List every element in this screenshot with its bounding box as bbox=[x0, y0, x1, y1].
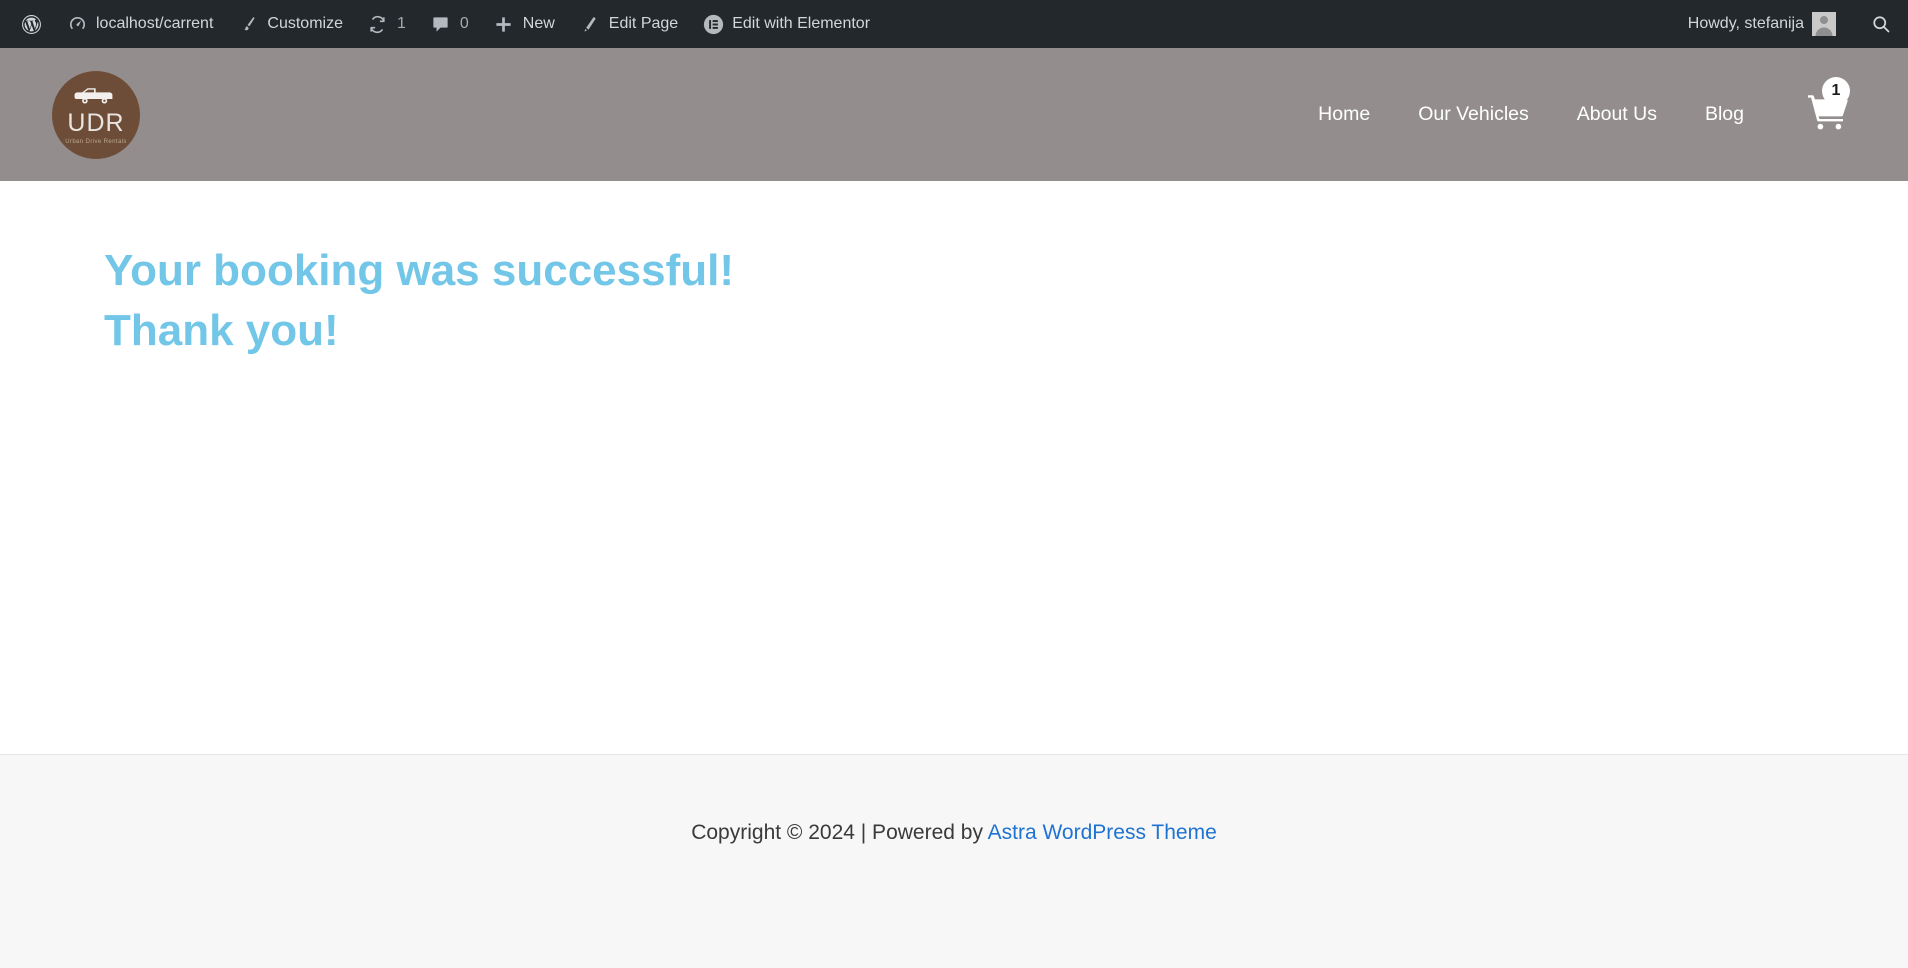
elementor-icon bbox=[702, 13, 724, 35]
page-title: Your booking was successful! Thank you! bbox=[104, 241, 1004, 361]
admin-bar-item-edit-page[interactable]: Edit Page bbox=[567, 0, 690, 48]
site-header: UDR Urban Drive Rentals Home Our Vehicle… bbox=[0, 48, 1908, 181]
user-avatar-icon bbox=[1812, 12, 1836, 36]
admin-bar-item-customize[interactable]: Customize bbox=[225, 0, 355, 48]
primary-navigation: Home Our Vehicles About Us Blog 1 bbox=[1294, 77, 1856, 136]
admin-bar-item-new-content[interactable]: New bbox=[481, 0, 567, 48]
admin-bar-updates-count: 1 bbox=[396, 15, 406, 32]
admin-bar-edit-page-label: Edit Page bbox=[608, 15, 679, 32]
content-container: Your booking was successful! Thank you! bbox=[52, 241, 1856, 361]
wp-admin-bar: localhost/carrent Customize 1 0 New Edit… bbox=[0, 0, 1908, 48]
admin-bar-item-comments[interactable]: 0 bbox=[418, 0, 481, 48]
admin-bar-site-name-label: localhost/carrent bbox=[96, 15, 214, 32]
pencil-icon bbox=[579, 13, 601, 35]
admin-bar-my-account[interactable]: Howdy, stefanija bbox=[1676, 0, 1848, 48]
admin-bar-item-updates[interactable]: 1 bbox=[355, 0, 418, 48]
plus-icon bbox=[493, 13, 515, 35]
page-title-line-2: Thank you! bbox=[104, 305, 339, 355]
admin-bar-greeting-label: Howdy, stefanija bbox=[1687, 15, 1804, 32]
admin-bar-comments-count: 0 bbox=[459, 15, 469, 32]
comment-icon bbox=[430, 13, 452, 35]
site-logo-initials: UDR bbox=[67, 108, 125, 137]
dashboard-icon bbox=[66, 13, 88, 35]
updates-icon bbox=[367, 13, 389, 35]
main-content: Your booking was successful! Thank you! bbox=[0, 181, 1908, 754]
admin-bar-item-site-name[interactable]: localhost/carrent bbox=[54, 0, 225, 48]
site-logo[interactable]: UDR Urban Drive Rentals bbox=[52, 70, 140, 159]
site-footer: Copyright © 2024 | Powered by Astra Word… bbox=[0, 754, 1908, 968]
nav-item-blog[interactable]: Blog bbox=[1681, 104, 1768, 125]
admin-bar-search-icon[interactable] bbox=[1868, 11, 1894, 37]
page-title-line-1: Your booking was successful! bbox=[104, 246, 734, 295]
nav-item-about-us[interactable]: About Us bbox=[1553, 104, 1681, 125]
admin-bar-right-group: Howdy, stefanija bbox=[1676, 0, 1894, 48]
wordpress-logo-icon bbox=[20, 13, 42, 35]
admin-bar-item-edit-with-elementor[interactable]: Edit with Elementor bbox=[690, 0, 882, 48]
wordpress-logo-menu[interactable] bbox=[8, 0, 54, 48]
nav-item-our-vehicles[interactable]: Our Vehicles bbox=[1394, 104, 1553, 125]
paintbrush-icon bbox=[237, 13, 259, 35]
site-logo-tagline: Urban Drive Rentals bbox=[65, 138, 127, 145]
admin-bar-customize-label: Customize bbox=[267, 15, 343, 32]
footer-theme-link[interactable]: Astra WordPress Theme bbox=[988, 821, 1217, 844]
cart-count-badge: 1 bbox=[1822, 77, 1850, 105]
footer-copyright-text: Copyright © 2024 | Powered by bbox=[691, 821, 988, 844]
footer-copyright: Copyright © 2024 | Powered by Astra Word… bbox=[691, 817, 1217, 850]
pickup-truck-icon bbox=[73, 85, 119, 110]
admin-bar-elementor-label: Edit with Elementor bbox=[732, 15, 871, 32]
cart-button[interactable]: 1 bbox=[1806, 77, 1850, 136]
admin-bar-new-label: New bbox=[522, 15, 555, 32]
nav-item-home[interactable]: Home bbox=[1294, 104, 1394, 125]
admin-bar-left-group: localhost/carrent Customize 1 0 New Edit… bbox=[8, 0, 1676, 48]
